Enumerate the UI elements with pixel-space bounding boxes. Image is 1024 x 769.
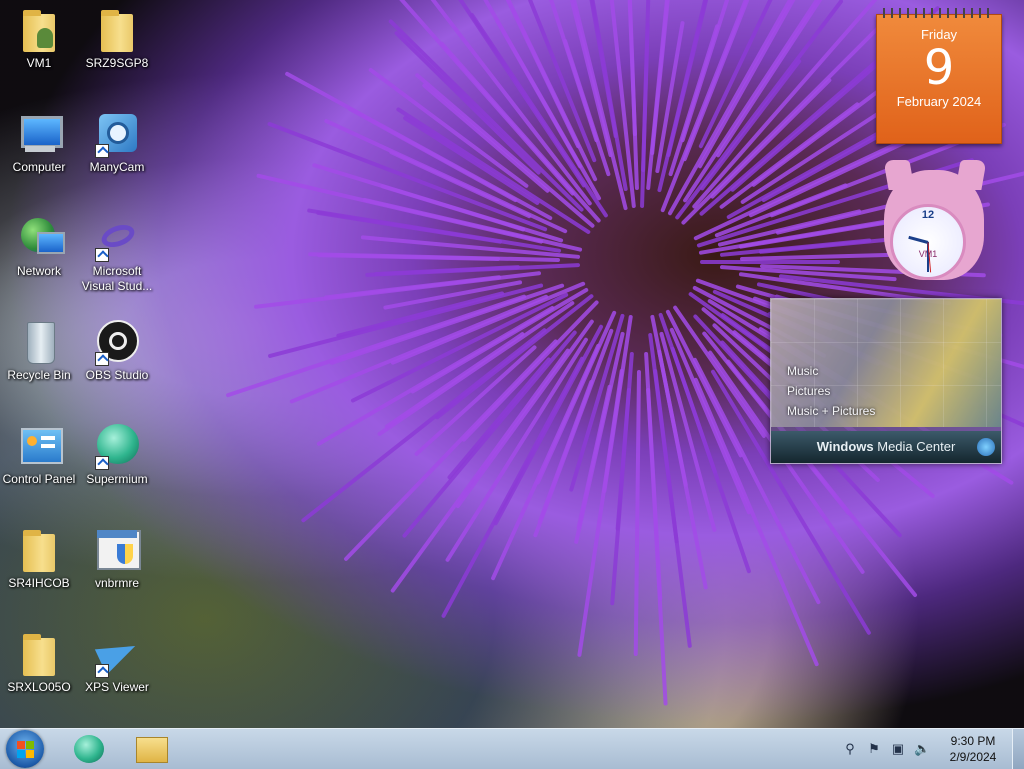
desktop-icon-visual-studio[interactable]: Microsoft Visual Stud...	[78, 214, 156, 310]
user-folder-icon	[15, 6, 63, 54]
desktop-icon-label: Microsoft Visual Stud...	[81, 264, 153, 293]
computer-icon	[15, 110, 63, 158]
taskbar: ⚲ ⚑ ▣ 🔈 9:30 PM 2/9/2024	[0, 728, 1024, 769]
wallpaper-strand	[633, 369, 641, 656]
desktop-icon-label: OBS Studio	[85, 368, 149, 382]
taskbar-file-explorer-button[interactable]	[124, 731, 180, 767]
desktop-icon-sr4ihcob[interactable]: SR4IHCOB	[0, 526, 78, 622]
manycam-icon	[93, 110, 141, 158]
search-icon[interactable]: ⚲	[842, 741, 858, 757]
windows-logo-icon	[17, 741, 25, 749]
wallpaper-strand	[610, 351, 635, 606]
start-button[interactable]	[6, 730, 44, 768]
taskbar-date: 2/9/2024	[949, 750, 997, 764]
obs-studio-icon	[93, 318, 141, 366]
desktop-icon-label: Supermium	[86, 472, 148, 486]
media-center-brand-rest: Media Center	[873, 439, 956, 454]
desktop-icon-label: SR4IHCOB	[8, 576, 70, 590]
desktop-icon-xps-viewer[interactable]: XPS Viewer	[78, 630, 156, 726]
installer-icon	[93, 526, 141, 574]
clock-hour-hand	[908, 235, 929, 244]
calendar-gadget[interactable]: Friday 9 February 2024	[876, 8, 1002, 144]
show-desktop-button[interactable]	[1012, 729, 1024, 769]
desktop-icon-control-panel[interactable]: Control Panel	[0, 422, 78, 518]
volume-icon[interactable]: 🔈	[914, 741, 930, 757]
folder-icon	[15, 630, 63, 678]
windows-logo-icon-part	[26, 741, 34, 749]
network-icon	[15, 214, 65, 262]
desktop-icon-label: ManyCam	[89, 160, 145, 174]
desktop-icon-label: VM1	[26, 56, 52, 70]
folder-icon	[93, 6, 141, 54]
media-menu: Music Pictures Music + Pictures	[787, 361, 875, 421]
desktop-icon-supermium[interactable]: Supermium	[78, 422, 156, 518]
desktop-icon-srz9sgp8[interactable]: SRZ9SGP8	[78, 6, 156, 102]
windows-logo-icon	[977, 438, 995, 456]
calendar-month: February 2024	[896, 94, 982, 109]
desktop-icon-label: SRXLO05O	[7, 680, 71, 694]
media-center-brand-bold: Windows	[816, 439, 874, 454]
wallpaper-strand	[317, 253, 501, 262]
desktop-icon-obs-studio[interactable]: OBS Studio	[78, 318, 156, 414]
desktop-icon-label: Computer	[12, 160, 66, 174]
media-center-bar[interactable]: Windows Media Center	[771, 431, 1001, 463]
recycle-bin-icon	[15, 318, 63, 366]
windows-logo-icon-part	[17, 750, 25, 758]
supermium-icon	[93, 422, 141, 470]
desktop-icon-label: XPS Viewer	[85, 680, 149, 694]
clock-numeral-12: 12	[921, 209, 935, 221]
taskbar-supermium-button[interactable]	[62, 731, 118, 767]
media-center-gadget[interactable]: Music Pictures Music + Pictures Windows …	[770, 298, 1002, 464]
calendar-rings	[883, 8, 995, 18]
clock-face: 12 VM1	[890, 204, 966, 280]
windows-logo-icon-part	[26, 750, 34, 758]
media-item-pictures[interactable]: Pictures	[787, 381, 875, 401]
network-icon[interactable]: ▣	[890, 741, 906, 757]
file-explorer-icon	[136, 737, 168, 763]
calendar-date: 9	[923, 40, 955, 96]
taskbar-clock[interactable]: 9:30 PM 2/9/2024	[940, 733, 1006, 765]
desktop-icon-vm1[interactable]: VM1	[0, 6, 78, 102]
wallpaper-strand	[700, 260, 840, 264]
desktop-icon-vnbrmre[interactable]: vnbrmre	[78, 526, 156, 622]
desktop-icon-recycle-bin[interactable]: Recycle Bin	[0, 318, 78, 414]
clock-gadget[interactable]: 12 VM1	[878, 160, 992, 284]
supermium-icon	[74, 735, 104, 763]
action-center-flag-icon[interactable]: ⚑	[866, 741, 882, 757]
desktop-icon-label: SRZ9SGP8	[85, 56, 149, 70]
desktop-icon-manycam[interactable]: ManyCam	[78, 110, 156, 206]
media-item-music[interactable]: Music	[787, 361, 875, 381]
desktop-icon-label: Network	[16, 264, 61, 278]
visual-studio-icon	[93, 214, 141, 262]
control-panel-icon	[15, 422, 63, 470]
desktop-icon-label: Recycle Bin	[7, 368, 71, 382]
taskbar-time: 9:30 PM	[950, 734, 996, 748]
desktop-icon-label: vnbrmre	[94, 576, 139, 590]
desktop-icon-label: Control Panel	[2, 472, 76, 486]
desktop-icon-network[interactable]: Network	[0, 214, 78, 310]
desktop-icon-srxlo05o[interactable]: SRXLO05O	[0, 630, 78, 726]
xps-viewer-icon	[93, 630, 142, 678]
wallpaper-strand	[342, 338, 559, 562]
desktop-icon-computer[interactable]: Computer	[0, 110, 78, 206]
folder-icon	[15, 526, 63, 574]
media-item-music-pictures[interactable]: Music + Pictures	[787, 401, 875, 421]
